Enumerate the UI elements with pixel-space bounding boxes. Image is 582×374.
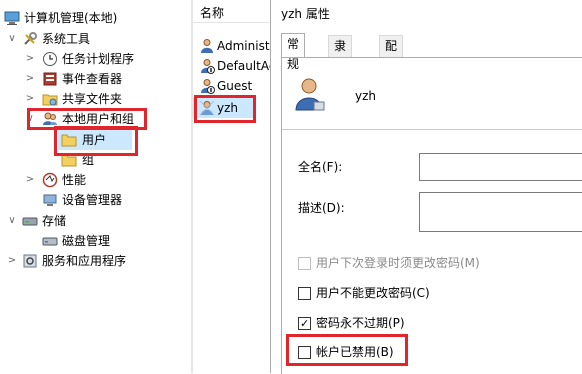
column-header-name[interactable]: 名称 — [193, 0, 273, 23]
checkbox-label: 用户不能更改密码(C) — [316, 286, 430, 300]
tree-item-label: 设备管理器 — [62, 193, 123, 207]
navigation-tree: 计算机管理(本地) ∨ 系统工具 > 任务计划程序 > 事件查看器 > 共享文件… — [0, 0, 190, 373]
fullname-input[interactable] — [419, 153, 582, 181]
checkbox-box[interactable] — [298, 287, 311, 300]
checkbox-label: 密码永不过期(P) — [316, 316, 405, 330]
shared-folder-icon — [42, 91, 58, 107]
chevron-down-icon[interactable]: ∨ — [6, 29, 18, 49]
user-properties-dialog: yzh 属性 常规 隶属于 配置文件 yzh 全名(F): 描述(D): 用户下… — [270, 0, 582, 374]
tree-item-device-manager[interactable]: 设备管理器 — [0, 190, 190, 210]
event-viewer-icon — [42, 71, 58, 87]
tools-icon — [22, 31, 38, 47]
tree-item-label: 服务和应用程序 — [42, 254, 127, 268]
description-label: 描述(D): — [298, 201, 345, 215]
chevron-right-icon[interactable]: > — [6, 251, 18, 271]
list-item-user[interactable]: Guest — [193, 76, 273, 96]
tree-item-storage[interactable]: ∨ 存储 — [0, 211, 190, 231]
tree-item-label: 磁盘管理 — [62, 234, 111, 248]
user-disabled-icon — [199, 58, 215, 74]
user-name: Guest — [217, 79, 253, 93]
fullname-label: 全名(F): — [298, 160, 343, 174]
user-icon — [199, 38, 215, 54]
user-name: DefaultAc — [217, 59, 273, 73]
highlight-users-folder — [54, 126, 138, 156]
user-name-display: yzh — [355, 89, 377, 103]
tree-item-shared-folders[interactable]: > 共享文件夹 — [0, 89, 190, 109]
tree-item-event-viewer[interactable]: > 事件查看器 — [0, 69, 190, 89]
chevron-down-icon[interactable]: ∨ — [6, 211, 18, 231]
chevron-right-icon[interactable]: > — [24, 89, 36, 109]
tree-item-label: 共享文件夹 — [62, 92, 123, 106]
user-list-pane: 名称 Administr DefaultAc Guest yzh — [193, 0, 273, 373]
checkbox-label: 用户下次登录时须更改密码(M) — [316, 256, 480, 270]
tree-item-label: 存储 — [42, 214, 67, 228]
tab-profile[interactable]: 配置文件 — [379, 35, 404, 113]
list-item-user[interactable]: DefaultAc — [193, 56, 273, 76]
tab-member-of[interactable]: 隶属于 — [328, 35, 353, 93]
user-disabled-icon — [199, 78, 215, 94]
chevron-right-icon[interactable]: > — [24, 49, 36, 69]
highlight-account-disabled — [286, 334, 408, 366]
user-name: Administr — [217, 39, 273, 53]
tree-item-performance[interactable]: > 性能 — [0, 170, 190, 190]
tree-root-label: 计算机管理(本地) — [24, 11, 118, 25]
column-header-label: 名称 — [200, 6, 225, 20]
tree-item-system-tools[interactable]: ∨ 系统工具 — [0, 29, 190, 49]
tree-item-label: 事件查看器 — [62, 72, 123, 86]
highlight-user-yzh — [194, 95, 256, 123]
computer-management-icon — [4, 10, 20, 26]
checkbox-box[interactable]: ✓ — [298, 317, 311, 330]
checkmark-icon: ✓ — [300, 317, 310, 330]
description-input[interactable] — [419, 192, 582, 232]
device-manager-icon — [42, 192, 58, 208]
disk-icon — [42, 233, 58, 249]
tree-item-label: 性能 — [62, 173, 87, 187]
clock-icon — [42, 51, 58, 67]
tree-item-label: 系统工具 — [42, 32, 91, 46]
list-item-user[interactable]: Administr — [193, 36, 273, 56]
dialog-title: yzh 属性 — [281, 7, 330, 21]
tree-item-task-scheduler[interactable]: > 任务计划程序 — [0, 49, 190, 69]
divider — [282, 129, 582, 130]
tab-general[interactable]: 常规 — [281, 33, 306, 71]
chevron-right-icon[interactable]: > — [24, 69, 36, 89]
chevron-right-icon[interactable]: > — [24, 170, 36, 190]
tree-item-disk-management[interactable]: 磁盘管理 — [0, 231, 190, 251]
general-tab-panel: yzh 全名(F): 描述(D): 用户下次登录时须更改密码(M) 用户不能更改… — [281, 57, 582, 374]
services-icon — [22, 253, 38, 269]
tree-item-services-applications[interactable]: > 服务和应用程序 — [0, 251, 190, 271]
tree-item-label: 任务计划程序 — [62, 52, 135, 66]
checkbox-box[interactable] — [298, 257, 311, 270]
user-avatar-icon — [292, 76, 328, 112]
performance-icon — [42, 172, 58, 188]
storage-icon — [22, 213, 38, 229]
